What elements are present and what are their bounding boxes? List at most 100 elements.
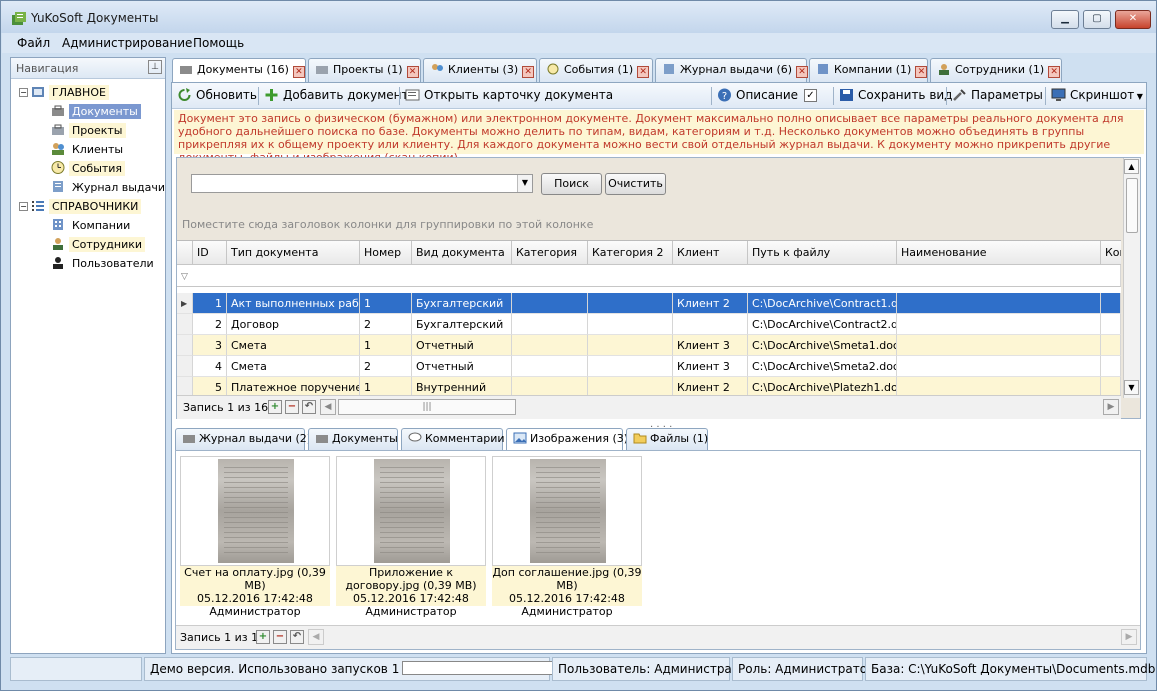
table-cell[interactable]: Клиент 3 xyxy=(673,335,748,356)
menu-administration[interactable]: Администрирование xyxy=(62,36,192,50)
table-cell[interactable]: Отчетный xyxy=(412,356,512,377)
filter-row[interactable]: ▽ xyxy=(177,265,1121,287)
column-header[interactable]: Путь к файлу xyxy=(748,241,897,265)
tab-files[interactable]: Файлы (1) xyxy=(626,428,708,450)
table-cell[interactable] xyxy=(673,314,748,335)
table-cell[interactable] xyxy=(897,356,1101,377)
column-header[interactable]: Тип документа xyxy=(227,241,360,265)
sidebar-item-issue-log[interactable]: Журнал выдачи xyxy=(51,178,168,197)
row-indicator[interactable] xyxy=(177,314,193,335)
tab-documents[interactable]: Документы (16) ✕ xyxy=(172,58,306,83)
table-cell[interactable]: Акт выполненных работ xyxy=(227,293,360,314)
tab-companies[interactable]: Компании (1) ✕ xyxy=(809,58,928,82)
tree-group-main[interactable]: ГЛАВНОЕ xyxy=(31,83,109,102)
row-indicator[interactable]: ▶ xyxy=(177,293,193,314)
table-cell[interactable] xyxy=(512,314,588,335)
table-cell[interactable] xyxy=(588,335,673,356)
tab-events[interactable]: События (1) ✕ xyxy=(539,58,653,82)
undo-record-icon[interactable]: ↶ xyxy=(290,630,304,644)
scroll-right-icon[interactable]: ▶ xyxy=(1103,399,1119,415)
tree-group-references[interactable]: СПРАВОЧНИКИ xyxy=(31,197,142,216)
table-cell[interactable]: Клиент 2 xyxy=(673,377,748,395)
table-cell[interactable]: Бухгалтерский xyxy=(412,314,512,335)
tab-clients[interactable]: Клиенты (3) ✕ xyxy=(423,58,537,82)
table-cell[interactable]: 1 xyxy=(360,377,412,395)
close-button[interactable]: ✕ xyxy=(1115,10,1151,29)
table-cell[interactable]: 1 xyxy=(360,335,412,356)
close-tab-icon[interactable]: ✕ xyxy=(292,66,305,78)
tab-images[interactable]: Изображения (3) xyxy=(506,428,628,450)
table-cell[interactable] xyxy=(1101,314,1121,335)
sidebar-item-projects[interactable]: Проекты xyxy=(51,121,126,140)
add-document-button[interactable]: Добавить документ xyxy=(264,88,408,102)
table-cell[interactable]: Бухгалтерский xyxy=(412,293,512,314)
sidebar-item-documents[interactable]: Документы xyxy=(51,102,141,121)
table-cell[interactable]: Смета xyxy=(227,335,360,356)
table-cell[interactable]: Отчетный xyxy=(412,335,512,356)
column-header[interactable]: Клиент xyxy=(673,241,748,265)
tab-issue-log-detail[interactable]: Журнал выдачи (2) xyxy=(175,428,311,450)
column-header[interactable]: Категория 2 xyxy=(588,241,673,265)
remove-record-icon[interactable]: − xyxy=(285,400,299,414)
table-cell[interactable]: C:\DocArchive\Contract2.doc xyxy=(748,314,897,335)
sidebar-item-clients[interactable]: Клиенты xyxy=(51,140,126,159)
menu-help[interactable]: Помощь xyxy=(193,36,244,50)
add-record-icon[interactable]: + xyxy=(268,400,282,414)
image-card[interactable]: Доп соглашение.jpg (0,39 МВ) 05.12.2016 … xyxy=(492,456,642,618)
row-indicator[interactable] xyxy=(177,335,193,356)
table-cell[interactable] xyxy=(897,377,1101,395)
collapse-references-icon[interactable]: − xyxy=(19,202,28,211)
image-card[interactable]: Приложение к договору.jpg (0,39 МВ) 05.1… xyxy=(336,456,486,618)
table-cell[interactable] xyxy=(512,293,588,314)
table-cell[interactable] xyxy=(897,293,1101,314)
table-cell[interactable] xyxy=(588,356,673,377)
tab-projects[interactable]: Проекты (1) ✕ xyxy=(308,58,421,82)
table-cell[interactable]: 5 xyxy=(193,377,227,395)
menu-file[interactable]: Файл xyxy=(17,36,50,50)
description-checkbox[interactable]: ✓ xyxy=(804,89,817,102)
table-cell[interactable]: Смета xyxy=(227,356,360,377)
row-indicator[interactable] xyxy=(177,356,193,377)
table-cell[interactable]: C:\DocArchive\Platezh1.doc xyxy=(748,377,897,395)
scroll-up-icon[interactable]: ▲ xyxy=(1124,159,1139,174)
column-header[interactable]: Вид документа xyxy=(412,241,512,265)
sidebar-item-events[interactable]: События xyxy=(51,159,126,178)
scroll-right-icon[interactable]: ▶ xyxy=(1121,629,1137,645)
table-cell[interactable] xyxy=(588,314,673,335)
open-card-button[interactable]: Открыть карточку документа xyxy=(405,88,613,102)
table-cell[interactable]: 4 xyxy=(193,356,227,377)
table-cell[interactable] xyxy=(897,314,1101,335)
table-cell[interactable]: 2 xyxy=(360,314,412,335)
scroll-left-icon[interactable]: ◀ xyxy=(320,399,336,415)
sidebar-item-companies[interactable]: Компании xyxy=(51,216,133,235)
close-tab-icon[interactable]: ✕ xyxy=(406,66,419,78)
scroll-thumb[interactable] xyxy=(1126,178,1138,233)
table-cell[interactable] xyxy=(1101,356,1121,377)
close-tab-icon[interactable]: ✕ xyxy=(915,66,928,78)
table-cell[interactable] xyxy=(588,377,673,395)
collapse-main-icon[interactable]: − xyxy=(19,88,28,97)
table-cell[interactable] xyxy=(588,293,673,314)
close-tab-icon[interactable]: ✕ xyxy=(522,66,535,78)
pin-icon[interactable]: ⊥ xyxy=(148,60,162,74)
add-record-icon[interactable]: + xyxy=(256,630,270,644)
column-header[interactable]: Наименование xyxy=(897,241,1101,265)
table-cell[interactable]: C:\DocArchive\Smeta1.doc xyxy=(748,335,897,356)
table-cell[interactable]: 1 xyxy=(193,293,227,314)
column-header[interactable]: Ком xyxy=(1101,241,1121,265)
column-header[interactable]: Номер xyxy=(360,241,412,265)
tab-comments[interactable]: Комментарии xyxy=(401,428,505,450)
table-cell[interactable]: 3 xyxy=(193,335,227,356)
maximize-button[interactable]: ▢ xyxy=(1083,10,1111,29)
table-cell[interactable]: 2 xyxy=(360,356,412,377)
minimize-button[interactable]: ▁ xyxy=(1051,10,1079,29)
table-cell[interactable] xyxy=(512,356,588,377)
close-tab-icon[interactable]: ✕ xyxy=(796,66,809,78)
chevron-down-icon[interactable]: ▼ xyxy=(517,175,532,192)
table-cell[interactable]: Внутренний xyxy=(412,377,512,395)
refresh-button[interactable]: Обновить xyxy=(177,88,257,102)
scroll-left-icon[interactable]: ◀ xyxy=(308,629,324,645)
table-cell[interactable]: Клиент 2 xyxy=(673,293,748,314)
table-cell[interactable] xyxy=(1101,293,1121,314)
table-cell[interactable] xyxy=(1101,335,1121,356)
